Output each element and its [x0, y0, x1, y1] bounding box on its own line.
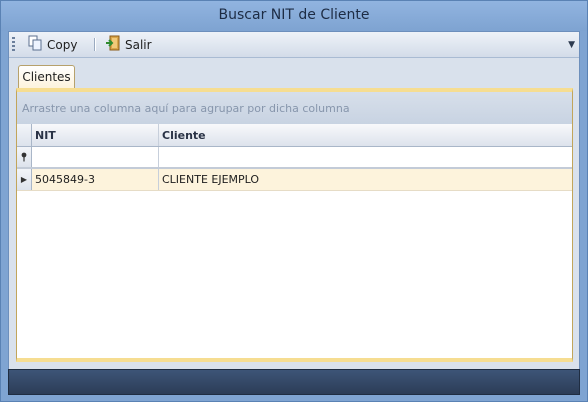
toolbar-separator	[94, 38, 96, 51]
clientes-grid: NIT Cliente ▶ 5045849-3 CLIENTE EJEMPLO	[17, 124, 572, 358]
tab-strip: Clientes	[16, 62, 572, 89]
row-indicator-arrow-icon: ▶	[17, 169, 32, 190]
exit-door-icon	[105, 35, 121, 54]
header-indicator-cell	[17, 124, 32, 146]
auto-filter-row	[17, 147, 572, 169]
toolbar-grip-handle[interactable]	[12, 37, 15, 52]
column-header-cliente[interactable]: Cliente	[159, 124, 572, 146]
table-row[interactable]: ▶ 5045849-3 CLIENTE EJEMPLO	[17, 169, 572, 191]
group-by-hint: Arrastre una columna aquí para agrupar p…	[22, 102, 350, 115]
copy-button[interactable]: Copy	[24, 35, 80, 54]
main-window: Buscar NIT de Cliente Copy Salir ▼ Clien…	[0, 0, 588, 402]
client-area: Copy Salir ▼ Clientes Arrastre una colum…	[8, 31, 580, 394]
toolbar: Copy Salir ▼	[9, 32, 579, 58]
exit-button[interactable]: Salir	[102, 35, 155, 54]
tab-clientes-label: Clientes	[22, 70, 71, 84]
filter-cell-cliente[interactable]	[159, 147, 572, 167]
tab-panel-clientes: Arrastre una columna aquí para agrupar p…	[16, 88, 573, 362]
cell-cliente[interactable]: CLIENTE EJEMPLO	[159, 169, 572, 190]
tab-clientes[interactable]: Clientes	[18, 65, 75, 88]
filter-pin-icon	[17, 147, 32, 167]
grid-header-row: NIT Cliente	[17, 124, 572, 147]
filter-cell-nit[interactable]	[32, 147, 159, 167]
group-by-panel[interactable]: Arrastre una columna aquí para agrupar p…	[17, 92, 572, 125]
column-header-nit[interactable]: NIT	[32, 124, 159, 146]
copy-button-label: Copy	[47, 37, 78, 52]
exit-button-label: Salir	[125, 37, 152, 52]
toolbar-overflow-icon[interactable]: ▼	[568, 40, 575, 50]
status-bar	[8, 369, 580, 395]
title-bar[interactable]: Buscar NIT de Cliente	[1, 1, 587, 31]
cell-nit[interactable]: 5045849-3	[32, 169, 159, 190]
window-title: Buscar NIT de Cliente	[218, 7, 370, 23]
copy-icon	[27, 35, 43, 54]
